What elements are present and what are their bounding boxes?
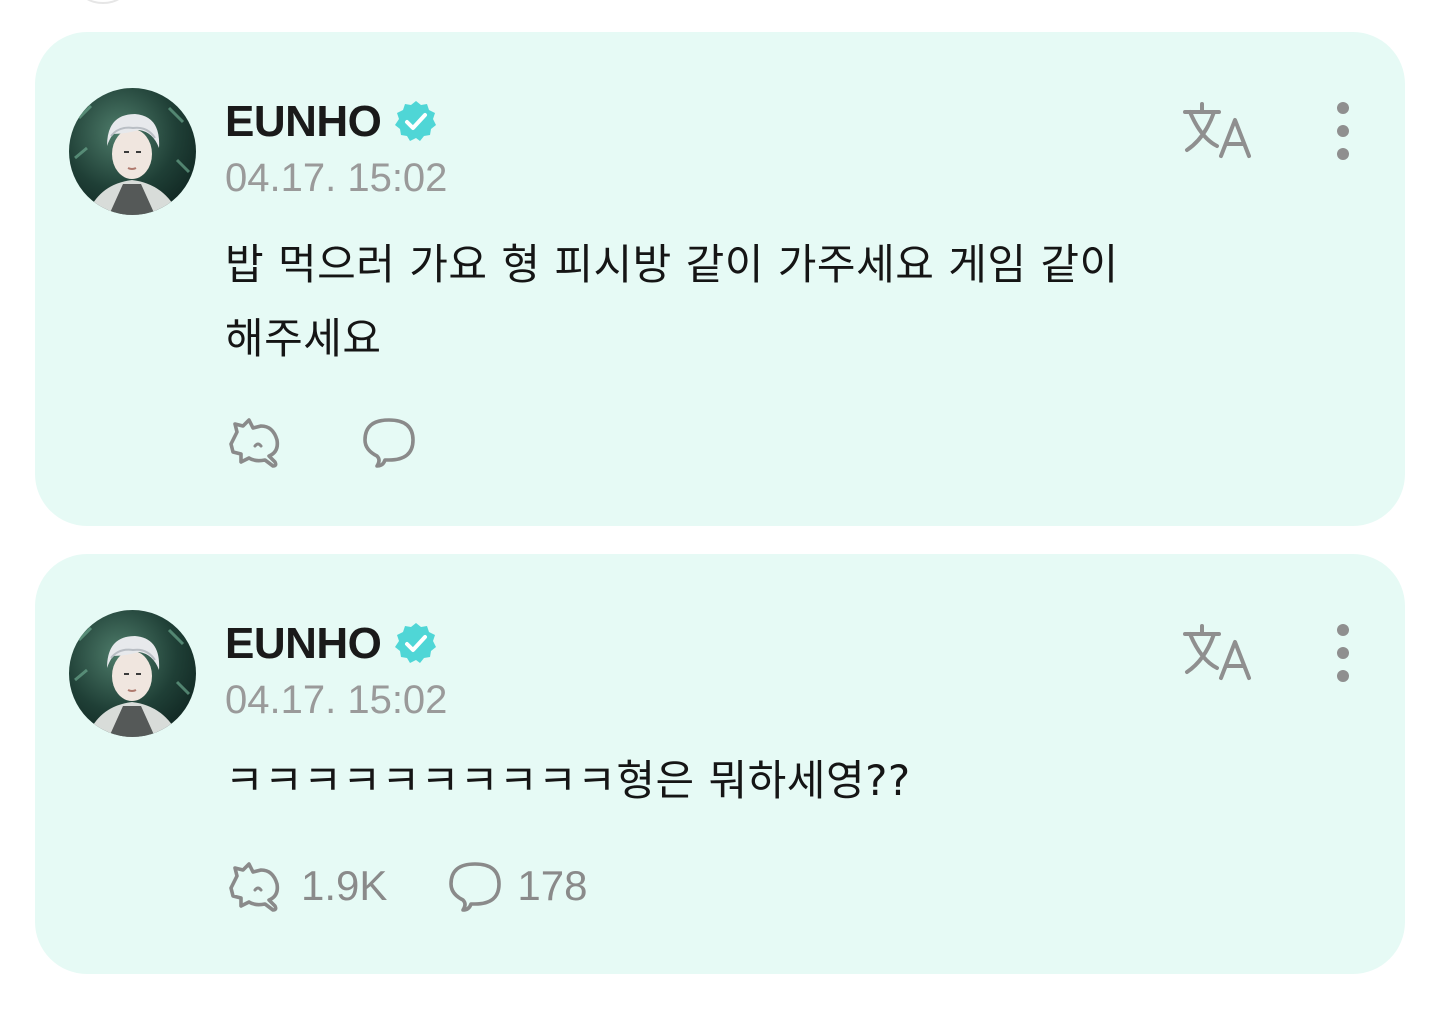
reaction-button[interactable] <box>225 410 301 474</box>
reaction-count: 1.9K <box>301 862 388 909</box>
verified-badge-icon <box>395 623 437 663</box>
post-card[interactable]: EUNHO 04.17. 15:02 밥 먹으러 가요 형 피시방 같이 가주세… <box>35 32 1405 526</box>
translate-icon <box>1183 624 1251 680</box>
post-body: 밥 먹으러 가요 형 피시방 같이 가주세요 게임 같이 해주세요 <box>225 228 1265 376</box>
reaction-icon <box>229 418 280 468</box>
avatar[interactable] <box>69 610 196 737</box>
author-name[interactable]: EUNHO <box>225 97 382 147</box>
comment-bubble-icon <box>449 862 502 912</box>
more-vertical-icon <box>1337 624 1349 682</box>
verified-badge-icon <box>395 101 437 141</box>
post-body-line: 해주세요 <box>225 314 382 363</box>
reaction-button[interactable]: 1.9K <box>225 854 387 918</box>
author-row: EUNHO <box>225 616 439 672</box>
comment-count: 178 <box>517 862 588 909</box>
post-actions: 1.9K 178 <box>225 854 587 918</box>
translate-button[interactable] <box>1181 620 1255 682</box>
previous-avatar-edge <box>78 0 128 4</box>
comment-button[interactable]: 178 <box>447 854 587 918</box>
comment-bubble-icon <box>363 418 415 468</box>
more-options-button[interactable] <box>1323 622 1363 684</box>
post-body-line: 밥 먹으러 가요 형 피시방 같이 가주세요 게임 같이 <box>225 240 1119 289</box>
post-time: 04.17. 15:02 <box>225 678 448 722</box>
author-name[interactable]: EUNHO <box>225 619 382 669</box>
post-actions <box>225 410 431 474</box>
post-feed: EUNHO 04.17. 15:02 밥 먹으러 가요 형 피시방 같이 가주세… <box>0 0 1440 1011</box>
comment-button[interactable] <box>361 410 431 474</box>
translate-button[interactable] <box>1181 98 1255 160</box>
author-row: EUNHO <box>225 94 439 150</box>
post-body-line: ㅋㅋㅋㅋㅋㅋㅋㅋㅋㅋ형은 뭐하세영?? <box>225 756 911 805</box>
reaction-icon <box>229 862 280 912</box>
more-options-button[interactable] <box>1323 100 1363 162</box>
post-card[interactable]: EUNHO 04.17. 15:02 ㅋㅋㅋㅋㅋㅋㅋㅋㅋㅋ형은 뭐하세영?? 1… <box>35 554 1405 974</box>
post-body: ㅋㅋㅋㅋㅋㅋㅋㅋㅋㅋ형은 뭐하세영?? <box>225 744 1265 818</box>
more-vertical-icon <box>1337 102 1349 160</box>
translate-icon <box>1183 102 1251 158</box>
post-time: 04.17. 15:02 <box>225 156 448 200</box>
avatar[interactable] <box>69 88 196 215</box>
